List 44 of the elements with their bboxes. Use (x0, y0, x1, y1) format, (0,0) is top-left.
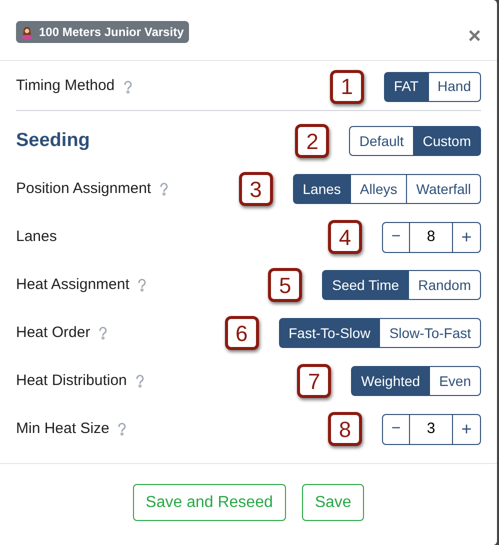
segment-option[interactable]: Lanes (292, 174, 351, 204)
callout-number: 4 (328, 220, 362, 254)
segment-option[interactable]: Seed Time (322, 270, 410, 300)
close-button[interactable]: × (468, 25, 481, 47)
help-icon[interactable] (98, 326, 108, 340)
setting-label: Timing Method (16, 76, 115, 96)
value-field[interactable]: 8 (409, 222, 453, 252)
segment-option[interactable]: FAT (384, 72, 429, 102)
setting-label: Heat Distribution (16, 370, 127, 391)
help-icon[interactable] (159, 182, 170, 196)
segment-option[interactable]: Even (429, 366, 481, 396)
help-icon[interactable] (122, 80, 133, 94)
help-icon[interactable] (117, 422, 128, 436)
setting-label: Position Assignment (16, 178, 152, 199)
segment-option[interactable]: Random (408, 270, 481, 300)
setting-label: Min Heat Size (16, 418, 110, 439)
decrement-button[interactable]: − (383, 414, 409, 444)
person-icon (21, 26, 33, 38)
setting-label: Heat Order (16, 322, 90, 343)
increment-button[interactable]: + (453, 414, 480, 444)
segment-option[interactable]: Slow-To-Fast (379, 318, 481, 348)
segment-option[interactable]: Weighted (351, 366, 430, 396)
value-field[interactable]: 3 (409, 414, 453, 444)
segment-option[interactable]: Custom (412, 126, 481, 156)
help-icon[interactable] (134, 374, 145, 388)
segment-option[interactable]: Waterfall (406, 174, 481, 204)
callout-number: 7 (297, 364, 332, 398)
event-badge: 100 Meters Junior Varsity (16, 21, 189, 43)
increment-button[interactable]: + (453, 222, 480, 252)
callout-number: 3 (238, 172, 273, 206)
segment-option[interactable]: Hand (428, 72, 481, 102)
setting-label: Lanes (16, 226, 57, 247)
callout-number: 6 (224, 316, 259, 350)
segment-option[interactable]: Alleys (350, 174, 408, 204)
setting-label: Heat Assignment (16, 274, 130, 295)
segment-option[interactable]: Fast-To-Slow (278, 318, 380, 348)
decrement-button[interactable]: − (383, 222, 409, 252)
callout-number: 2 (295, 124, 330, 158)
help-icon[interactable] (137, 278, 148, 292)
callout-number: 5 (268, 268, 302, 302)
section-heading: Seeding (16, 128, 90, 153)
callout-number: 1 (330, 70, 364, 104)
callout-number: 8 (328, 412, 362, 446)
segment-option[interactable]: Default (349, 126, 414, 156)
